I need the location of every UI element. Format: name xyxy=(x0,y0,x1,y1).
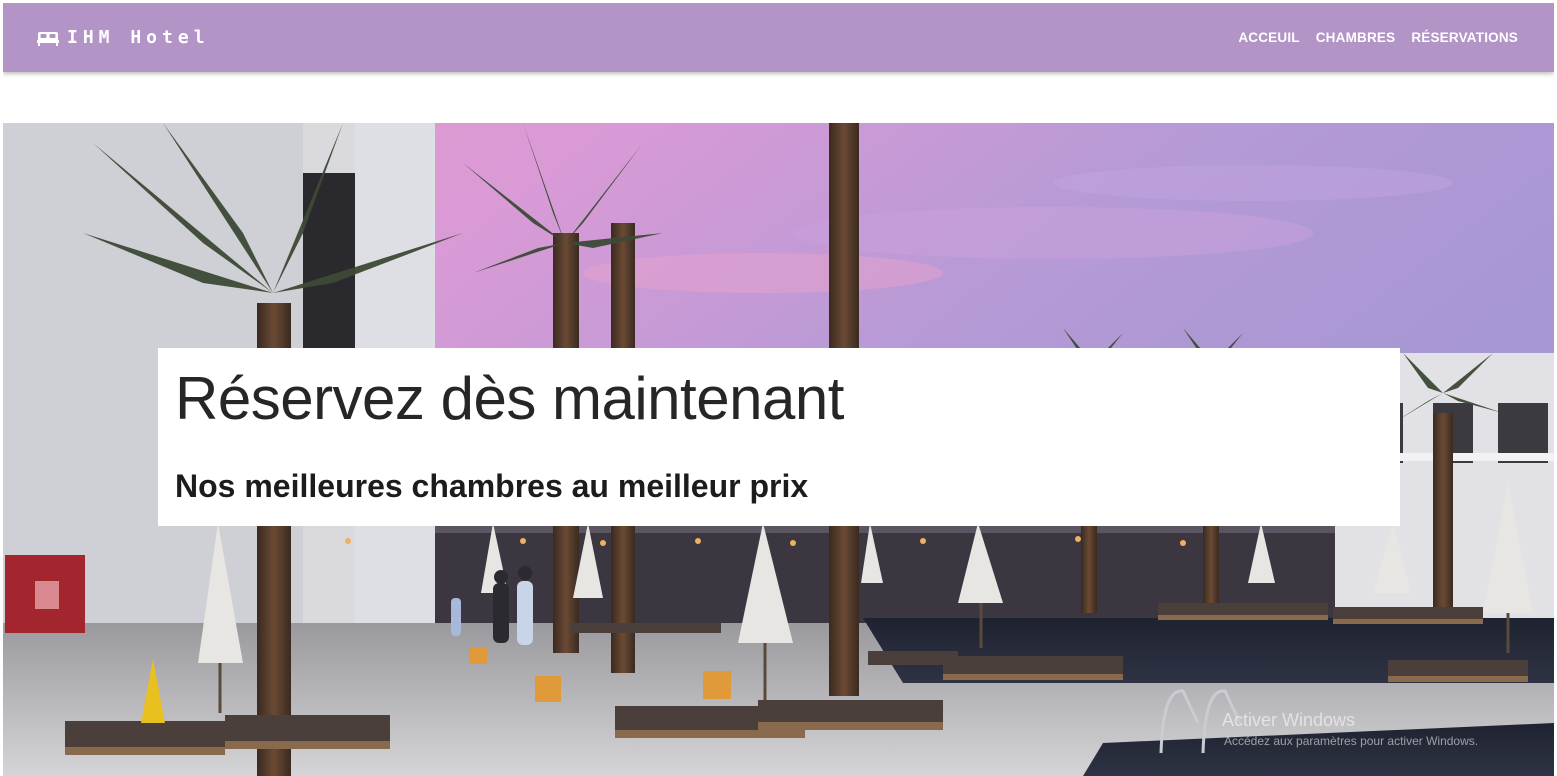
hero-caption: Réservez dès maintenant Nos meilleures c… xyxy=(158,348,1400,526)
page: IHM Hotel ACCEUIL CHAMBRES RÉSERVATIONS xyxy=(3,3,1554,776)
nav-link-accueil[interactable]: ACCEUIL xyxy=(1238,30,1299,45)
bed-icon xyxy=(37,30,59,46)
hero-banner: Réservez dès maintenant Nos meilleures c… xyxy=(3,123,1554,776)
hero-subtitle: Nos meilleures chambres au meilleur prix xyxy=(175,468,809,504)
navbar: IHM Hotel ACCEUIL CHAMBRES RÉSERVATIONS xyxy=(3,3,1554,72)
nav-links: ACCEUIL CHAMBRES RÉSERVATIONS xyxy=(1238,30,1518,45)
brand-name: IHM Hotel xyxy=(67,27,210,48)
nav-link-reservations[interactable]: RÉSERVATIONS xyxy=(1411,30,1518,45)
brand[interactable]: IHM Hotel xyxy=(37,27,210,48)
nav-link-chambres[interactable]: CHAMBRES xyxy=(1316,30,1396,45)
hero-title: Réservez dès maintenant xyxy=(175,365,844,432)
